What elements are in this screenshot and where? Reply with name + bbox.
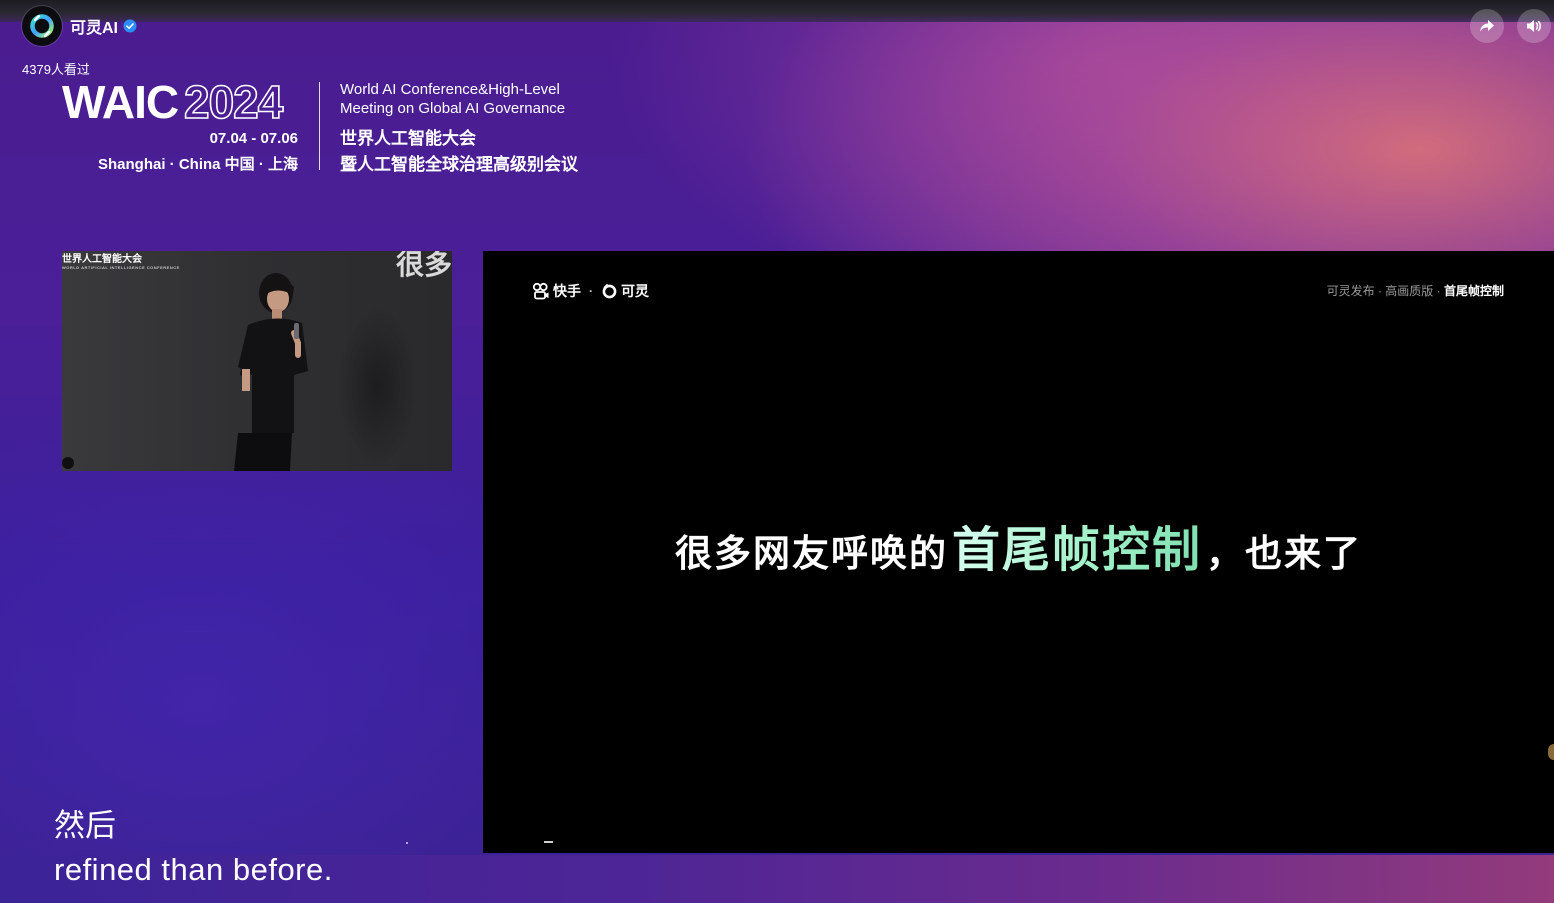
headline-intro-text: 很多网友呼唤的 xyxy=(674,533,948,574)
slide-breadcrumb: 可灵发布 · 高画质版 · 首尾帧控制 xyxy=(1327,282,1504,299)
breadcrumb-item-hq-version: 高画质版 xyxy=(1385,284,1434,298)
volume-button[interactable] xyxy=(1517,9,1551,43)
waic-place: Shanghai · China 中国 · 上海 xyxy=(97,156,298,173)
share-arrow-icon xyxy=(1480,20,1494,32)
speaker-figure xyxy=(62,273,308,471)
headline-highlight-text: 首尾帧控制 xyxy=(951,524,1202,577)
breadcrumb-item-current: 首尾帧控制 xyxy=(1443,284,1504,298)
keling-logo-icon xyxy=(30,14,54,38)
subtitle-chinese: 然后 xyxy=(54,808,116,843)
waic-english-line-2: Meeting on Global AI Governance xyxy=(340,100,566,117)
breadcrumb-separator: · xyxy=(1433,284,1444,298)
waic-wordmark: WAIC xyxy=(62,76,179,128)
logo-separator: · xyxy=(589,284,593,298)
headline-outro-text: ，也来了 xyxy=(1206,533,1362,574)
live-stream-view: 可灵AI 4379人看过 WAIC 2024 07.04 - 07.06 Sha… xyxy=(0,0,1554,903)
stray-pixel-dot xyxy=(406,842,408,844)
account-name[interactable]: 可灵AI xyxy=(70,14,118,38)
side-edge-handle[interactable] xyxy=(1548,744,1554,760)
slide-brand-logos: 快手 · 可灵 xyxy=(532,281,649,301)
breadcrumb-item-release: 可灵发布 xyxy=(1326,284,1375,298)
waic-chinese-line-1: 世界人工智能大会 xyxy=(340,129,476,148)
waic-english-title: World AI Conference&High-Level Meeting o… xyxy=(340,80,565,118)
keling-label: 可灵 xyxy=(621,283,649,299)
account-header[interactable]: 可灵AI xyxy=(22,6,137,46)
slide-headline: 很多网友呼唤的首尾帧控制 ，也来了 xyxy=(483,521,1554,592)
waic-year: 2024 xyxy=(183,76,284,128)
subtitle-english: refined than before. xyxy=(54,852,333,887)
account-avatar[interactable] xyxy=(22,6,62,46)
waic-divider xyxy=(319,82,320,170)
top-shadow-bar xyxy=(0,0,1554,22)
share-button[interactable] xyxy=(1470,9,1504,43)
kuaishou-logo-icon xyxy=(532,282,549,300)
waic-chinese-line-2: 暨人工智能全球治理高级别会议 xyxy=(340,155,578,174)
waic-branding: WAIC 2024 07.04 - 07.06 Shanghai · China… xyxy=(62,76,622,178)
verified-check-icon xyxy=(123,19,137,33)
speaker-camera-feed: 世界人工智能大会 WORLD ARTIFICIAL INTELLIGENCE C… xyxy=(62,251,452,471)
keling-small-logo-icon xyxy=(602,283,617,298)
volume-icon xyxy=(1527,20,1541,32)
slide-cursor-mark xyxy=(544,841,553,843)
breadcrumb-separator: · xyxy=(1374,284,1386,298)
waic-english-line-1: World AI Conference&High-Level xyxy=(340,81,560,98)
presentation-slide: 快手 · 可灵 可灵发布 · 高画质版 · 首尾帧控制 很多网友呼唤的首尾帧控制… xyxy=(483,251,1554,853)
waic-dates: 07.04 - 07.06 xyxy=(209,130,298,147)
kuaishou-label: 快手 xyxy=(553,283,581,299)
